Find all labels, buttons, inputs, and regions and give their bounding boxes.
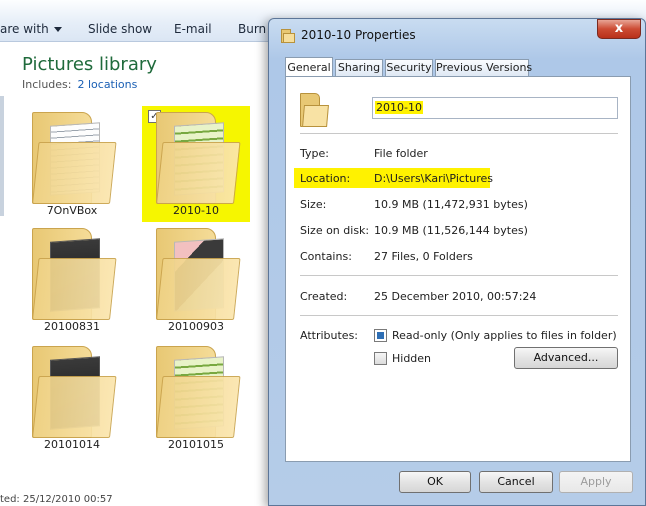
tab-security[interactable]: Security: [385, 59, 433, 77]
folder-tile[interactable]: 7OnVBox: [18, 106, 126, 222]
burn-button[interactable]: Burn: [238, 22, 266, 36]
cancel-button[interactable]: Cancel: [479, 471, 553, 493]
created-value: 25 December 2010, 00:57:24: [374, 290, 537, 303]
tab-general[interactable]: General: [285, 57, 333, 78]
type-label: Type:: [300, 147, 329, 160]
properties-dialog: 2010-10 Properties x General Sharing Sec…: [268, 18, 646, 506]
folder-name: 7OnVBox: [46, 204, 98, 217]
folder-name-field[interactable]: 2010-10: [372, 97, 618, 119]
location-value: D:\Users\Kari\Pictures: [374, 172, 493, 185]
attributes-label: Attributes:: [300, 329, 359, 342]
size-on-disk-label: Size on disk:: [300, 224, 370, 237]
locations-link[interactable]: 2 locations: [77, 78, 137, 91]
size-on-disk-value: 10.9 MB (11,526,144 bytes): [374, 224, 528, 237]
share-with-button[interactable]: are with: [0, 22, 62, 36]
folder-tile[interactable]: 20100831: [18, 222, 126, 338]
close-icon: x: [614, 21, 624, 36]
includes-label: Includes:: [22, 78, 72, 91]
separator: [300, 315, 618, 316]
hidden-checkbox[interactable]: [374, 352, 387, 365]
readonly-label: Read-only (Only applies to files in fold…: [392, 329, 617, 342]
folder-tile[interactable]: 20101015: [142, 340, 250, 456]
created-label: Created:: [300, 290, 348, 303]
ok-button[interactable]: OK: [399, 471, 471, 493]
general-tab-panel: 2010-10 Type: File folder Location: D:\U…: [285, 76, 631, 462]
tab-previous-versions[interactable]: Previous Versions: [435, 59, 532, 77]
separator: [300, 275, 618, 276]
folder-name: 20100831: [44, 320, 100, 333]
folder-name: 20100903: [168, 320, 224, 333]
apply-button[interactable]: Apply: [559, 471, 633, 493]
navigation-pane-scrollbar[interactable]: [0, 96, 4, 216]
contains-label: Contains:: [300, 250, 352, 263]
folder-name: 20101015: [168, 438, 224, 451]
folder-name: 2010-10: [173, 204, 219, 217]
folder-name: 20101014: [44, 438, 100, 451]
folder-icon: [156, 112, 241, 204]
details-status: ted: 25/12/2010 00:57: [0, 494, 113, 505]
folder-tile[interactable]: 20100903: [142, 222, 250, 338]
separator: [300, 133, 618, 134]
share-with-label: are with: [0, 22, 49, 36]
dialog-title: 2010-10 Properties: [301, 28, 416, 42]
folder-icon: [156, 346, 241, 438]
folder-tile-selected[interactable]: ✓ 2010-10: [142, 106, 250, 222]
library-includes: Includes: 2 locations: [22, 78, 137, 91]
folder-icon: [32, 228, 117, 320]
folder-icon: [32, 112, 117, 204]
folder-icon: [281, 29, 295, 43]
folder-icon: [32, 346, 117, 438]
advanced-button[interactable]: Advanced...: [514, 347, 618, 369]
folder-name-value: 2010-10: [375, 101, 423, 114]
location-label: Location:: [300, 172, 351, 185]
hidden-label: Hidden: [392, 352, 432, 365]
library-title: Pictures library: [22, 54, 157, 75]
size-label: Size:: [300, 198, 327, 211]
readonly-checkbox[interactable]: [374, 329, 387, 342]
contains-value: 27 Files, 0 Folders: [374, 250, 473, 263]
tab-sharing[interactable]: Sharing: [335, 59, 383, 77]
close-button[interactable]: x: [597, 19, 641, 39]
slide-show-button[interactable]: Slide show: [88, 22, 152, 36]
folder-icon: [156, 228, 241, 320]
size-value: 10.9 MB (11,472,931 bytes): [374, 198, 528, 211]
folder-tile[interactable]: 20101014: [18, 340, 126, 456]
email-button[interactable]: E-mail: [174, 22, 212, 36]
folder-icon: [300, 93, 329, 127]
chevron-down-icon: [53, 27, 62, 32]
type-value: File folder: [374, 147, 428, 160]
